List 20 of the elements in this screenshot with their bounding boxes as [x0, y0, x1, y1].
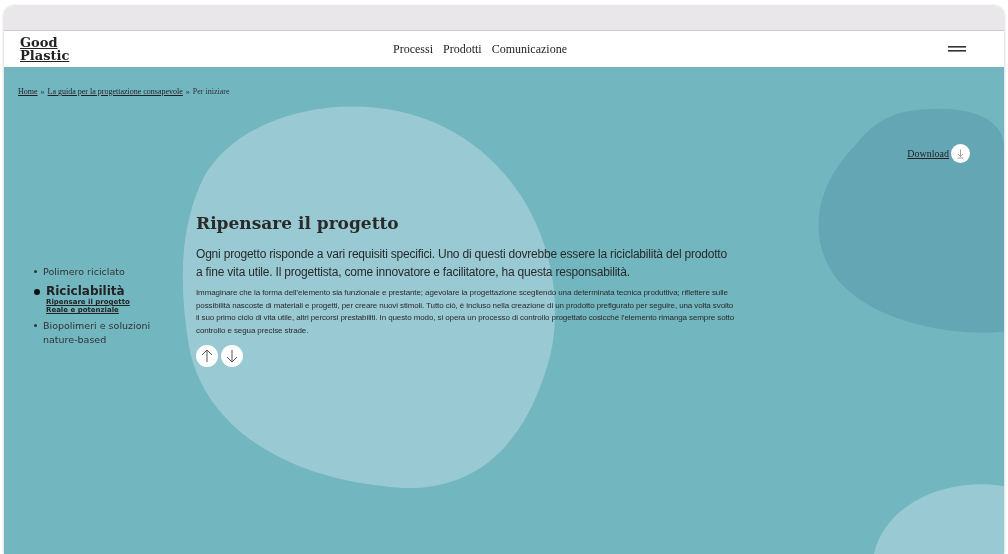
nav-link[interactable]: Processi — [393, 41, 433, 57]
sidebar-item[interactable]: Biopolimeri e soluzioni nature-based — [43, 319, 161, 347]
breadcrumb-link[interactable]: Home — [18, 87, 38, 96]
nav-link[interactable]: Prodotti — [443, 41, 482, 57]
nav-link[interactable]: Comunicazione — [491, 41, 567, 57]
logo[interactable]: Good Plastic — [20, 36, 72, 62]
breadcrumb-current: Per iniziare — [192, 87, 230, 96]
arrow-down-button[interactable] — [221, 345, 243, 367]
sidebar-item[interactable]: Polimero riciclato — [43, 265, 161, 279]
download-link[interactable]: Download — [907, 148, 949, 159]
lead-paragraph: Ogni progetto risponde a vari requisiti specifici. Uno di questi dovrebbe essere la riciclabilità del prodotto a fine vita utile. Il progettista, come innovatore e facilitatore, ha questa responsabilità. — [196, 246, 728, 281]
menu-icon[interactable] — [948, 45, 966, 53]
sidebar-item[interactable]: Riciclabilità — [46, 284, 164, 298]
breadcrumb-separator: » — [185, 87, 190, 96]
page-heading: Ripensare il progetto — [196, 213, 400, 233]
arrow-up-button[interactable] — [196, 345, 218, 367]
download-icon[interactable] — [951, 144, 970, 163]
breadcrumb-link[interactable]: La guida per la progettazione consapevole — [47, 87, 183, 96]
breadcrumb-separator: » — [40, 87, 45, 96]
body-paragraph: Immaginare che la forma dell’elemento sia funzionale e prestante; agevolare la progettazione scegliendo una determinata tecnica produttiva; riflettere sulle possibilità nascoste di materiali e progetti, per creare nuovi stimoli. Tutto ciò, è incluso nella creazione di un prodotto prefigurato per seguire, una volta svolto il suo primo ciclo di vita utile, altri percorsi prestabiliti. In questo modo, si opera un processo di controllo progettato cosicché l’elemento rimanga sempre sotto controllo e segua precise strade. — [196, 287, 736, 337]
